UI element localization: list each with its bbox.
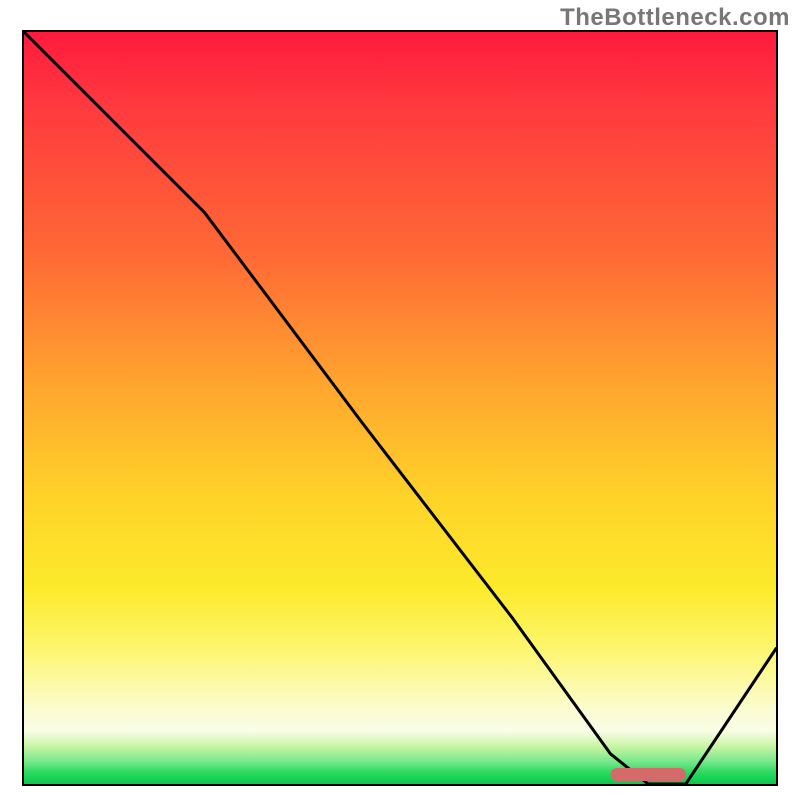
watermark-label: TheBottleneck.com: [560, 4, 790, 32]
plot-area: [22, 30, 778, 786]
bottleneck-curve: [24, 32, 776, 784]
chart-overlay: [24, 32, 776, 784]
chart-root: TheBottleneck.com: [0, 0, 800, 800]
sweet-spot-bar: [611, 768, 686, 781]
